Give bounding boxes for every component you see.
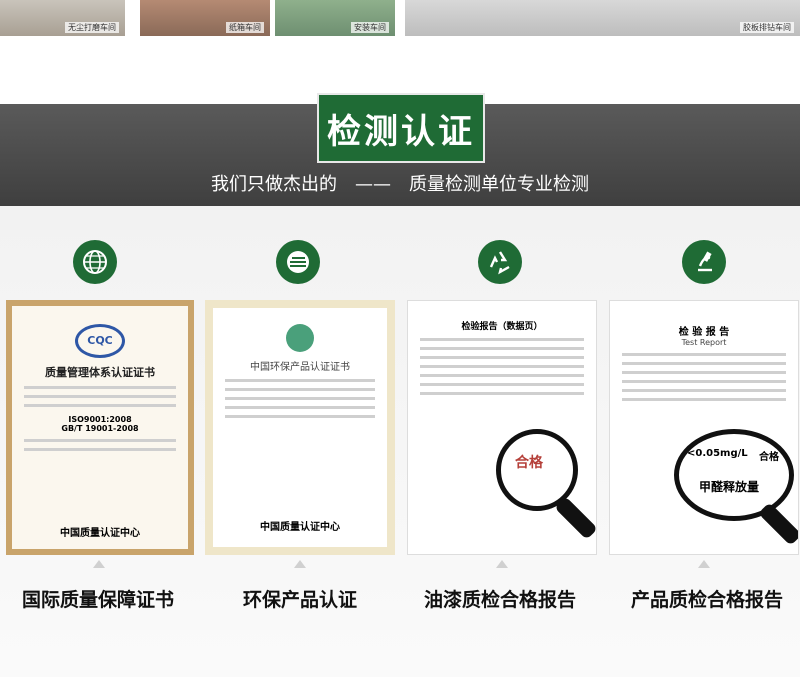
doc-title: 检验报告（数据页） (461, 322, 543, 332)
stamp-text: 合格 (515, 455, 543, 471)
magnified-result: 合格 (759, 452, 779, 463)
cqc-logo: CQC (75, 324, 125, 358)
doc-title: 检 验 报 告 (678, 327, 730, 338)
doc-subtitle: Test Report (681, 338, 727, 347)
certificate-card: 检验报告（数据页） 合格 (407, 300, 597, 555)
recycle-icon (478, 240, 522, 284)
photo-caption: 纸箱车间 (226, 22, 264, 33)
certificate-card: CQC 质量管理体系认证证书 ISO9001:2008 GB/T 19001-2… (6, 300, 194, 555)
globe-icon (73, 240, 117, 284)
top-photo-strip: 无尘打磨车间 纸箱车间 安装车间 胶板排钻车间 (0, 0, 800, 48)
magnified-value: <0.05mg/L (687, 448, 748, 459)
factory-photo: 无尘打磨车间 (0, 0, 125, 36)
doc-footer: 中国质量认证中心 (260, 522, 340, 533)
standard-text: GB/T 19001-2008 (61, 424, 139, 433)
magnified-caption: 甲醛释放量 (699, 480, 760, 494)
magnifier: <0.05mg/L 合格 甲醛释放量 (674, 429, 794, 521)
certificate-label: 国际质量保障证书 (21, 589, 174, 611)
pointer-arrow (294, 560, 306, 568)
doc-footer: 中国质量认证中心 (60, 528, 140, 539)
factory-photo: 安装车间 (275, 0, 395, 36)
photo-caption: 安装车间 (351, 22, 389, 33)
magnifier-handle (554, 496, 596, 540)
microscope-icon (682, 240, 726, 284)
env-logo (286, 324, 314, 352)
section-subtitle: 我们只做杰出的 —— 质量检测单位专业检测 (211, 174, 589, 195)
certificate-label: 环保产品认证 (242, 589, 357, 611)
magnifier-handle (758, 502, 798, 546)
doc-title: 中国环保产品认证证书 (250, 362, 350, 373)
certificate-card: 检 验 报 告 Test Report <0.05mg/L 合格 甲醛释放量 (609, 300, 799, 555)
photo-caption: 胶板排钻车间 (740, 22, 794, 33)
pointer-arrow (698, 560, 710, 568)
certificate-label: 油漆质检合格报告 (423, 589, 576, 611)
pointer-arrow (496, 560, 508, 568)
flag-icon (276, 240, 320, 284)
certificate-label: 产品质检合格报告 (630, 589, 783, 611)
pointer-arrow (93, 560, 105, 568)
standard-text: ISO9001:2008 (68, 415, 132, 424)
factory-photo: 纸箱车间 (140, 0, 270, 36)
factory-photo: 胶板排钻车间 (405, 0, 800, 36)
doc-title: 质量管理体系认证证书 (45, 366, 155, 379)
certificate-card: 中国环保产品认证证书 中国质量认证中心 (205, 300, 395, 555)
photo-caption: 无尘打磨车间 (65, 22, 119, 33)
section-title: 检测认证 (317, 93, 485, 163)
